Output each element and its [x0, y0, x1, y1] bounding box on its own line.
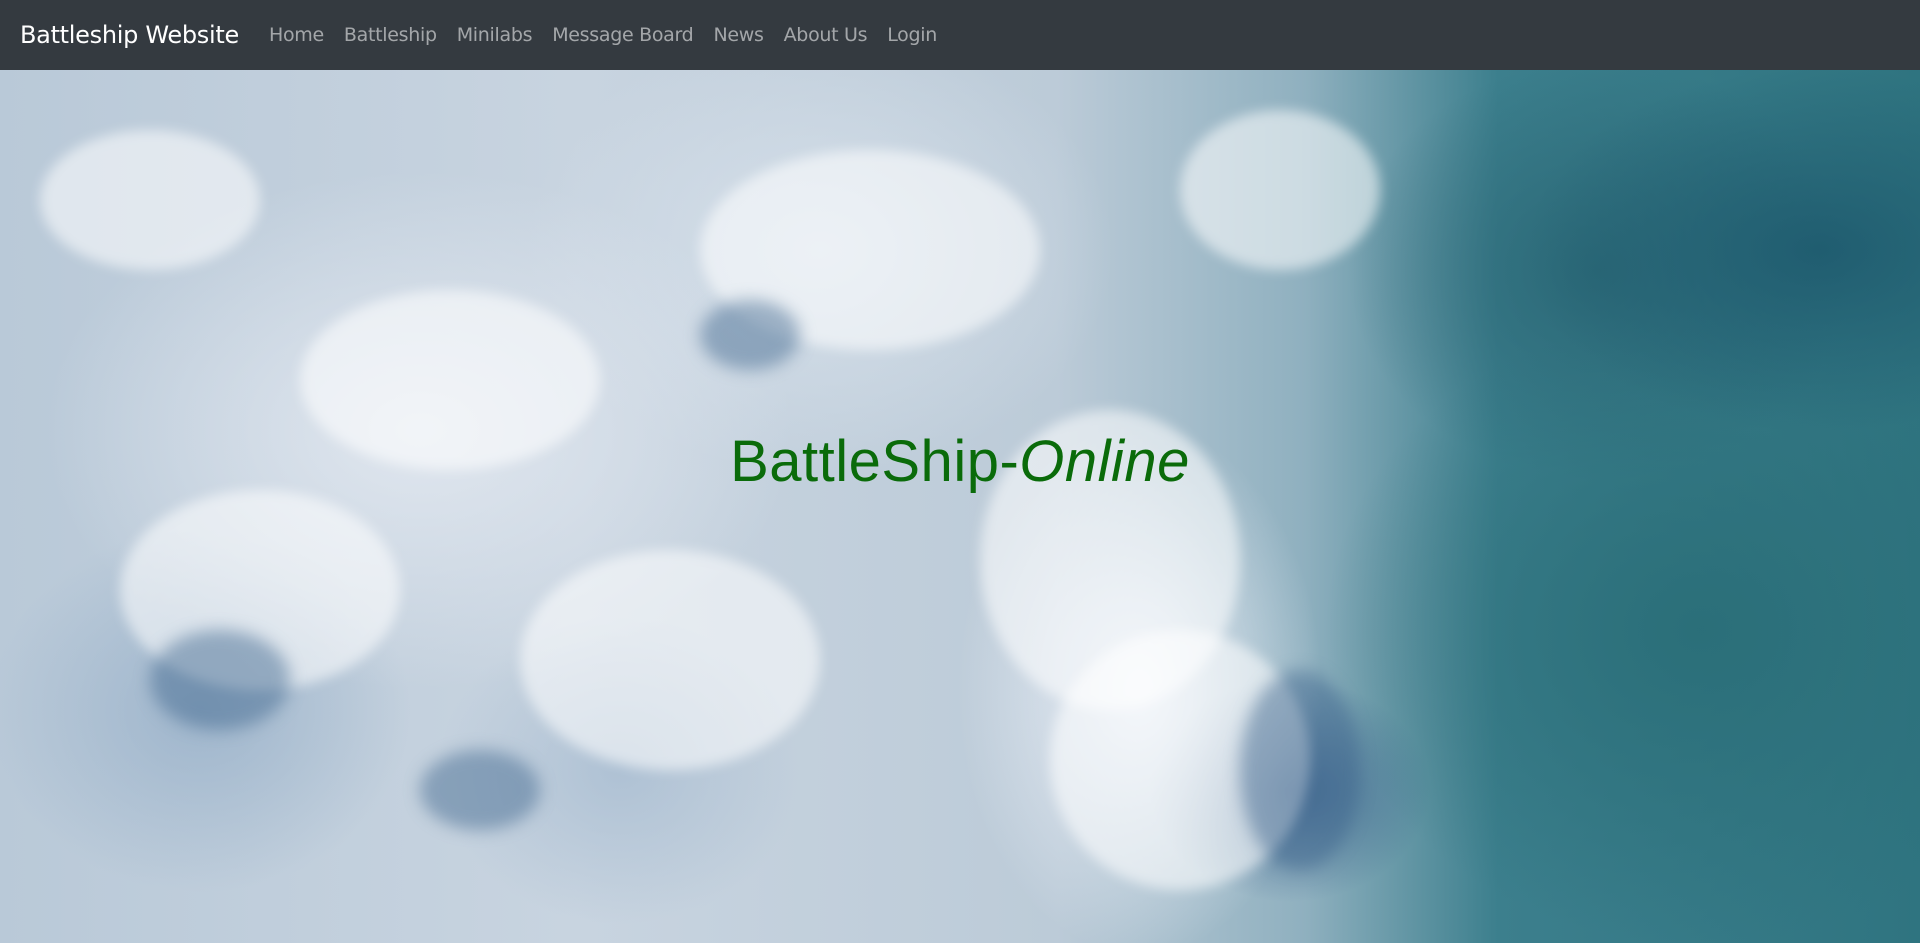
hero-title-main: BattleShip- — [730, 429, 1020, 494]
foam-patch — [520, 550, 820, 770]
hero-title-italic: Online — [1019, 429, 1190, 494]
top-navbar: Battleship Website Home Battleship Minil… — [0, 0, 1920, 70]
foam-patch — [1180, 110, 1380, 270]
brand-link[interactable]: Battleship Website — [20, 21, 239, 49]
nav-link-about-us[interactable]: About Us — [784, 24, 868, 46]
nav-link-message-board[interactable]: Message Board — [552, 24, 694, 46]
nav-link-battleship[interactable]: Battleship — [344, 24, 437, 46]
nav-link-login[interactable]: Login — [887, 24, 937, 46]
water-patch — [700, 300, 800, 370]
nav-link-news[interactable]: News — [713, 24, 763, 46]
water-patch — [420, 750, 540, 830]
water-patch — [150, 630, 290, 730]
foam-patch — [40, 130, 260, 270]
nav-link-minilabs[interactable]: Minilabs — [457, 24, 533, 46]
hero-background-image: BattleShip-Online — [0, 70, 1920, 943]
nav-links: Home Battleship Minilabs Message Board N… — [269, 24, 957, 46]
nav-link-home[interactable]: Home — [269, 24, 324, 46]
hero-title: BattleShip-Online — [0, 428, 1920, 495]
water-patch — [1240, 670, 1360, 870]
